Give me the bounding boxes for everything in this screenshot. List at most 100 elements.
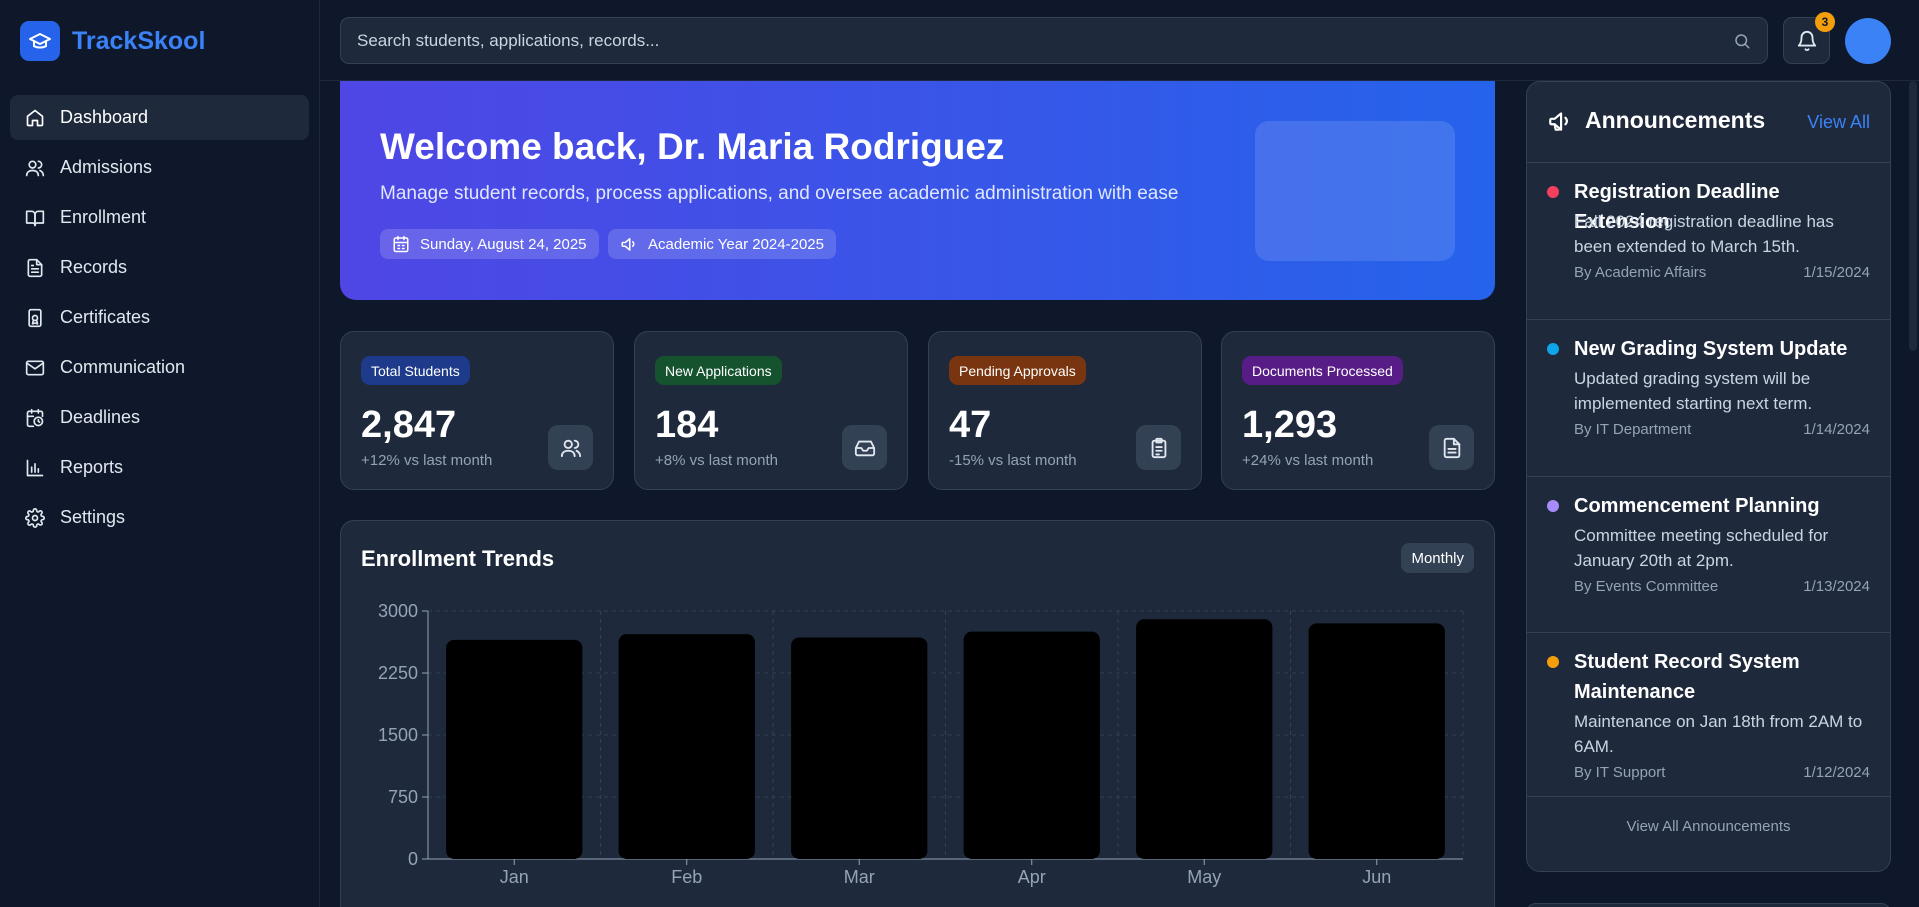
sidebar-item-admissions[interactable]: Admissions: [10, 145, 309, 190]
gear-icon: [25, 507, 45, 528]
document-icon: [1429, 425, 1474, 470]
stat-card-new-applications[interactable]: New Applications 184 +8% vs last month: [634, 331, 908, 490]
calendar-clock-icon: [26, 408, 44, 427]
announcement-date: 1/12/2024: [1803, 764, 1870, 781]
announcement-item[interactable]: New Grading System Update Updated gradin…: [1527, 319, 1890, 476]
bar: [963, 631, 1100, 859]
announcement-title: Student Record System Maintenance: [1574, 651, 1800, 703]
inbox-icon: [842, 425, 887, 470]
bar: [791, 637, 928, 859]
x-tick-label: Feb: [671, 867, 702, 887]
enrollment-trends-card: Enrollment Trends Monthly 0 750 1500 2250 30…: [340, 520, 1495, 907]
search-input[interactable]: Search students, applications, records..…: [340, 17, 1768, 64]
academic-year-text: Academic Year 2024-2025: [648, 235, 824, 253]
users-icon: [548, 425, 593, 470]
notification-badge: 3: [1815, 12, 1835, 32]
calendar-icon: [393, 235, 409, 253]
announcement-body: Updated grading system will be implement…: [1574, 369, 1813, 413]
next-card: [1526, 903, 1891, 907]
announcement-author: By Academic Affairs: [1574, 264, 1707, 281]
announcement-item[interactable]: Commencement Planning Committee meeting …: [1527, 476, 1890, 632]
stat-card-total-students[interactable]: Total Students 2,847 +12% vs last month: [340, 331, 614, 490]
y-tick-label: 750: [388, 787, 418, 807]
x-tick-label: May: [1187, 867, 1221, 887]
scrollbar[interactable]: [1907, 81, 1919, 907]
sidebar-item-records[interactable]: Records: [10, 245, 309, 290]
announcement-item[interactable]: Student Record System Maintenance Mainte…: [1527, 632, 1890, 796]
brand[interactable]: TrackSkool: [20, 21, 205, 61]
sidebar: TrackSkool Dashboard Admissions Enrollme…: [0, 0, 320, 907]
view-all-link[interactable]: View All: [1807, 112, 1870, 133]
date-text: Sunday, August 24, 2025: [420, 235, 587, 253]
stat-change: +8% vs last month: [655, 452, 778, 469]
x-tick-label: Mar: [844, 867, 875, 887]
sidebar-item-label: Settings: [60, 507, 126, 527]
y-tick-label: 1500: [378, 725, 418, 745]
avatar[interactable]: [1845, 18, 1891, 64]
stat-card-documents-processed[interactable]: Documents Processed 1,293 +24% vs last m…: [1221, 331, 1495, 490]
announcement-date: 1/14/2024: [1803, 421, 1870, 438]
announcements-title: Announcements: [1585, 107, 1766, 133]
announcement-title: New Grading System Update: [1574, 338, 1848, 360]
notifications-button[interactable]: 3: [1783, 12, 1835, 64]
announcement-date: 1/13/2024: [1803, 578, 1870, 595]
sidebar-item-label: Certificates: [60, 307, 151, 327]
announcement-dot: [1547, 186, 1559, 198]
stat-label: Pending Approvals: [949, 356, 1086, 385]
welcome-subtitle: Manage student records, process applicat…: [380, 183, 1179, 204]
announcement-body: Fall 2024 registration deadline has been…: [1574, 212, 1834, 256]
welcome-banner: Welcome back, Dr. Maria Rodriguez Manage…: [340, 81, 1495, 300]
date-chip: Sunday, August 24, 2025: [380, 229, 599, 259]
sidebar-item-certificates[interactable]: Certificates: [10, 295, 309, 340]
y-tick-label: 0: [408, 849, 418, 869]
sidebar-item-dashboard[interactable]: Dashboard: [10, 95, 309, 140]
stat-label: New Applications: [655, 356, 782, 385]
x-tick-label: Jan: [500, 867, 529, 887]
stat-value: 184: [655, 404, 719, 446]
search-icon[interactable]: [1733, 32, 1751, 50]
announcement-author: By IT Support: [1574, 764, 1666, 781]
sidebar-item-communication[interactable]: Communication: [10, 345, 309, 390]
announcement-dot: [1547, 656, 1559, 668]
announcement-body: Committee meeting scheduled for January …: [1574, 526, 1829, 570]
book-open-icon: [25, 210, 45, 226]
megaphone-icon: [621, 238, 635, 251]
sidebar-item-label: Enrollment: [60, 207, 147, 227]
bar: [1308, 623, 1445, 859]
certificate-icon: [28, 308, 42, 327]
enrollment-chart: 0 750 1500 2250 3000 Jan Feb Mar Apr May Jun: [378, 601, 1464, 887]
mail-icon: [25, 360, 45, 375]
announcement-dot: [1547, 500, 1559, 512]
view-all-announcements-button[interactable]: View All Announcements: [1527, 796, 1890, 856]
search-placeholder: Search students, applications, records..…: [357, 30, 660, 50]
users-icon: [25, 160, 45, 176]
announcement-title: Commencement Planning: [1574, 495, 1820, 517]
sidebar-item-deadlines[interactable]: Deadlines: [10, 395, 309, 440]
bell-icon: [1797, 30, 1816, 51]
announcement-author: By Events Committee: [1574, 578, 1719, 595]
stat-change: +24% vs last month: [1242, 452, 1374, 469]
hero-illustration: [1255, 121, 1455, 261]
sidebar-item-reports[interactable]: Reports: [10, 445, 309, 490]
megaphone-icon: [1549, 111, 1568, 131]
topbar: Search students, applications, records..…: [320, 0, 1919, 81]
scrollbar-thumb[interactable]: [1909, 81, 1917, 351]
x-tick-label: Apr: [1018, 867, 1046, 887]
welcome-title: Welcome back, Dr. Maria Rodriguez: [380, 126, 1005, 167]
announcement-date: 1/15/2024: [1803, 264, 1870, 281]
stat-card-pending-approvals[interactable]: Pending Approvals 47 -15% vs last month: [928, 331, 1202, 490]
stat-label: Documents Processed: [1242, 356, 1403, 385]
y-tick-label: 3000: [378, 601, 418, 621]
sidebar-item-enrollment[interactable]: Enrollment: [10, 195, 309, 240]
sidebar-item-settings[interactable]: Settings: [10, 495, 309, 540]
announcement-author: By IT Department: [1574, 421, 1692, 438]
stat-change: +12% vs last month: [361, 452, 493, 469]
announcement-item[interactable]: Registration Deadline Extension Fall 202…: [1527, 162, 1890, 319]
brand-name: TrackSkool: [72, 26, 206, 55]
sidebar-item-label: Dashboard: [60, 107, 149, 127]
file-text-icon: [27, 258, 43, 277]
sidebar-item-label: Deadlines: [60, 407, 141, 427]
stat-label: Total Students: [361, 356, 470, 385]
sidebar-item-label: Reports: [60, 457, 124, 477]
clipboard-icon: [1136, 425, 1181, 470]
